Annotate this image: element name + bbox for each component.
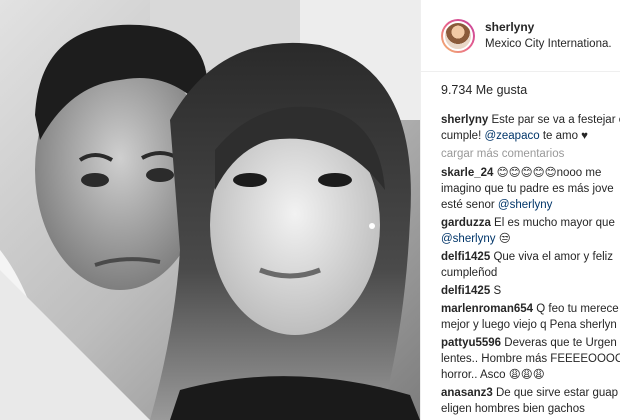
list-item: skarle_24 😊😊😊😊😊nooo me imagino que tu pa… (441, 165, 620, 213)
header-text: sherlyny Mexico City Internationa... (485, 20, 612, 52)
comment-text: 😒 (495, 233, 511, 245)
post-side-panel: sherlyny Mexico City Internationa... 9.7… (420, 0, 620, 420)
comment-username[interactable]: delfi1425 (441, 285, 490, 297)
comment-username[interactable]: marlenroman654 (441, 303, 533, 315)
list-item: marlenroman654 Q feo tu merece mejor y l… (441, 301, 620, 333)
list-item: delfi1425 Que viva el amor y feliz cumpl… (441, 249, 620, 281)
comment-text: De que sirve estar guap (495, 387, 619, 399)
comment-text: S (493, 285, 502, 297)
post-location[interactable]: Mexico City Internationa... (485, 37, 612, 52)
comment-username[interactable]: anasanz3 (441, 387, 493, 399)
list-item: delfi1425 S (441, 283, 620, 299)
comment-text: 😊😊😊😊😊nooo me (496, 167, 602, 179)
comment-text: El es mucho mayor que (494, 217, 615, 229)
profile-photo (443, 20, 473, 51)
comment-text: horror.. Asco 😩😩😩 (441, 369, 545, 381)
comment-list: sherlyny Este par se va a festejar e cum… (421, 108, 620, 417)
list-item: pattyu5596 Deveras que te Urgen lentes..… (441, 335, 620, 383)
comment-text: Q feo tu merece (536, 303, 619, 315)
comment-mention[interactable]: @sherlyny (441, 233, 496, 245)
avatar[interactable] (441, 18, 475, 53)
comment-text: Que viva el amor y feliz (493, 251, 613, 263)
list-item: garduzza El es mucho mayor que @sherlyny… (441, 215, 620, 247)
comment-text: Deveras que te Urgen (504, 337, 617, 349)
selfie-illustration (0, 0, 420, 420)
caption: sherlyny Este par se va a festejar e cum… (441, 112, 620, 144)
comment-text: esté senor (441, 199, 498, 211)
comment-text: cumpleñod (441, 267, 498, 279)
comment-text: mejor y luego viejo q Pena sherlyn (441, 319, 617, 331)
comment-username[interactable]: garduzza (441, 217, 491, 229)
caption-mention[interactable]: @zeapaco (484, 130, 539, 142)
load-more-comments[interactable]: cargar más comentarios (441, 146, 620, 162)
comment-username[interactable]: delfi1425 (441, 251, 490, 263)
likes-count[interactable]: 9.734 Me gusta (441, 83, 527, 97)
caption-text-line1: Este par se va a festejar e (491, 114, 620, 126)
likes-row: 9.734 Me gusta (421, 72, 620, 108)
list-item: anasanz3 De que sirve estar guap eligen … (441, 385, 620, 417)
caption-text-pre: cumple! (441, 130, 485, 142)
comment-text: imagino que tu padre es más jove (441, 183, 614, 195)
comment-username[interactable]: pattyu5596 (441, 337, 501, 349)
caption-text-post: te amo ♥ (539, 130, 589, 142)
comment-username[interactable]: skarle_24 (441, 167, 493, 179)
post-username[interactable]: sherlyny (485, 20, 612, 35)
comment-text: lentes.. Hombre más FEEEEOOOC (441, 353, 620, 365)
post-header: sherlyny Mexico City Internationa... (421, 0, 620, 72)
caption-username[interactable]: sherlyny (441, 114, 488, 126)
post-photo[interactable] (0, 0, 420, 420)
comment-mention[interactable]: @sherlyny (498, 199, 553, 211)
comment-text: eligen hombres bien gachos (441, 403, 585, 415)
